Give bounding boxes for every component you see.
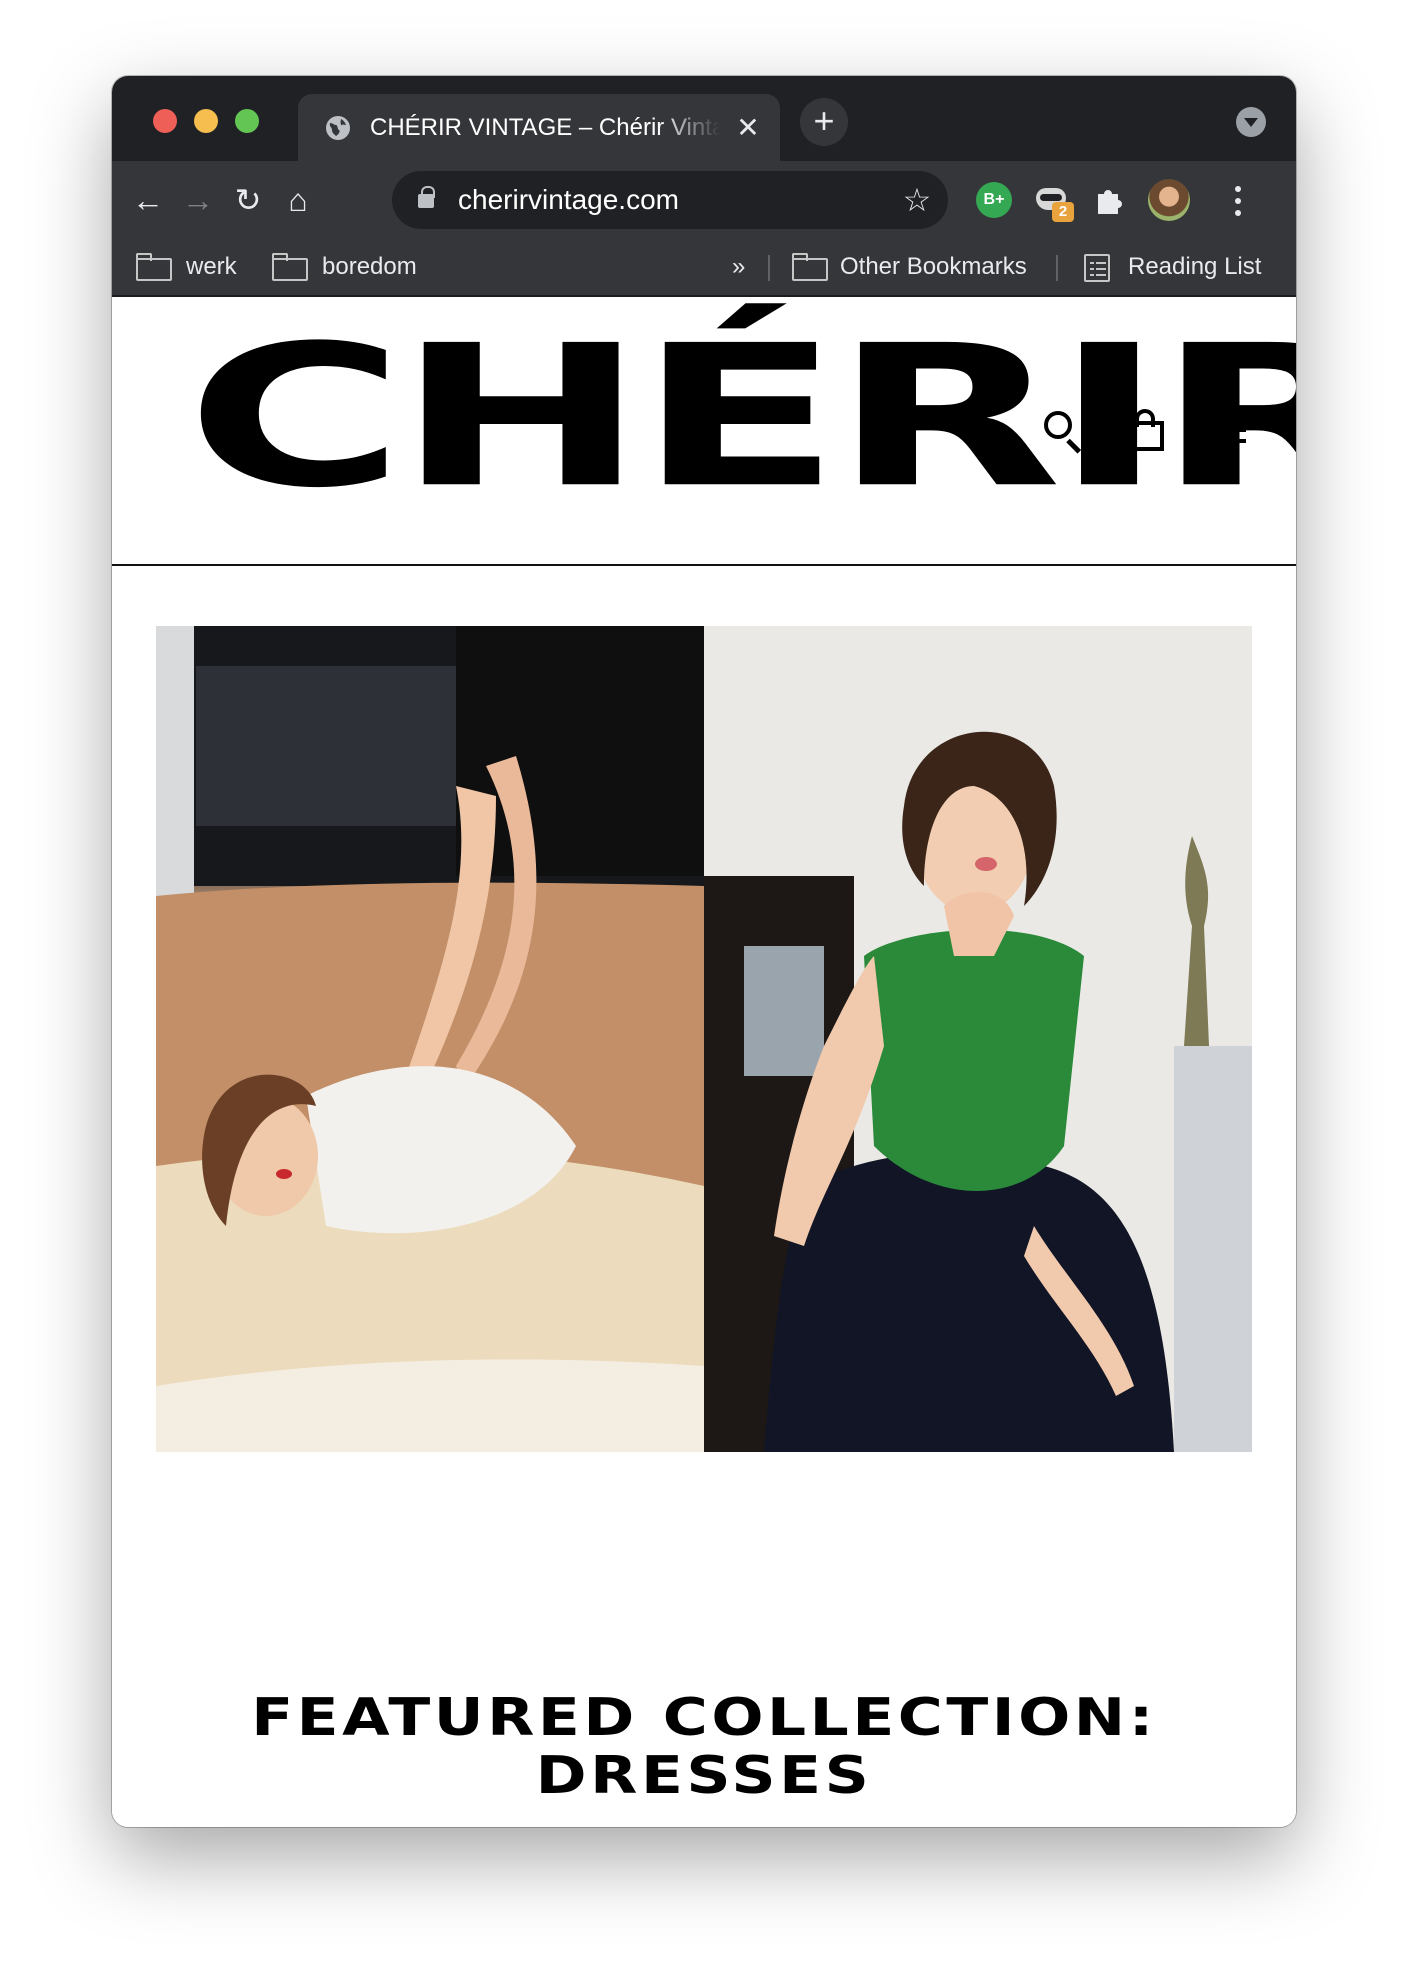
folder-icon <box>136 253 172 281</box>
model-green-corset-photo <box>704 626 1252 1452</box>
site-header: CHÉRIR <box>112 299 1296 566</box>
minimize-window-button[interactable] <box>194 109 218 133</box>
hero-photo-right[interactable] <box>704 626 1252 1452</box>
raccoon-mask-icon <box>1040 194 1062 201</box>
bookmarks-overflow-chevron-icon[interactable]: » <box>732 250 745 284</box>
address-bar[interactable]: cherirvintage.com ☆ <box>392 171 948 229</box>
profile-avatar[interactable] <box>1148 179 1190 221</box>
browser-window: CHÉRIR VINTAGE – Chérir Vintage ✕ + ← → … <box>112 76 1296 1827</box>
zoom-window-button[interactable] <box>235 109 259 133</box>
globe-icon <box>326 116 350 140</box>
puzzle-icon <box>1098 190 1122 214</box>
bookmarks-divider <box>768 255 770 281</box>
search-icon[interactable] <box>1040 407 1086 454</box>
url-text[interactable]: cherirvintage.com <box>458 184 679 216</box>
more-menu-icon[interactable] <box>1228 179 1248 223</box>
close-window-button[interactable] <box>153 109 177 133</box>
tab-strip: CHÉRIR VINTAGE – Chérir Vintage ✕ + <box>112 76 1296 161</box>
other-bookmarks-button[interactable]: Other Bookmarks <box>840 250 1027 284</box>
featured-heading-line-2: DRESSES <box>535 1746 873 1806</box>
folder-icon <box>792 253 828 281</box>
bookmark-folder-boredom[interactable]: boredom <box>322 250 417 284</box>
hero-banner[interactable] <box>156 626 1252 1452</box>
model-reclining-photo <box>156 626 704 1452</box>
web-page: CHÉRIR FEATURED COLLECTION: DRESSES <box>112 299 1296 1827</box>
tab-title: CHÉRIR VINTAGE – Chérir Vintage <box>370 114 720 141</box>
shopping-bag-icon[interactable] <box>1122 407 1168 453</box>
featured-collection-heading: FEATURED COLLECTION: DRESSES <box>112 1689 1296 1805</box>
bookmark-folder-werk[interactable]: werk <box>186 250 237 284</box>
bookmarks-divider <box>1056 255 1058 281</box>
extension-badge-count: 2 <box>1052 202 1074 222</box>
back-button[interactable]: ← <box>126 179 170 223</box>
home-button[interactable]: ⌂ <box>276 179 320 223</box>
reload-button[interactable]: ↻ <box>226 179 270 223</box>
folder-icon <box>272 253 308 281</box>
grammar-extension-icon[interactable]: B+ <box>976 182 1012 218</box>
browser-toolbar: ← → ↻ ⌂ cherirvintage.com ☆ B+ 2 <box>112 161 1296 239</box>
hamburger-menu-icon[interactable] <box>1206 407 1252 453</box>
new-tab-button[interactable]: + <box>800 98 848 146</box>
featured-heading-line-1: FEATURED COLLECTION: <box>251 1688 1157 1748</box>
bookmark-star-icon[interactable]: ☆ <box>898 181 936 219</box>
hero-photo-left[interactable] <box>156 626 704 1452</box>
tab-search-icon[interactable] <box>1236 107 1266 137</box>
extensions-puzzle-icon[interactable] <box>1090 182 1126 218</box>
reading-list-button[interactable]: Reading List <box>1128 250 1261 284</box>
bookmarks-bar: werk boredom » Other Bookmarks Reading L… <box>112 239 1296 297</box>
reading-list-icon <box>1084 254 1110 282</box>
tab-close-icon[interactable]: ✕ <box>732 112 764 144</box>
lock-icon[interactable] <box>418 186 435 208</box>
tab-active[interactable]: CHÉRIR VINTAGE – Chérir Vintage ✕ <box>298 94 780 161</box>
raccoon-extension-icon[interactable]: 2 <box>1034 182 1074 222</box>
forward-button[interactable]: → <box>176 179 220 223</box>
